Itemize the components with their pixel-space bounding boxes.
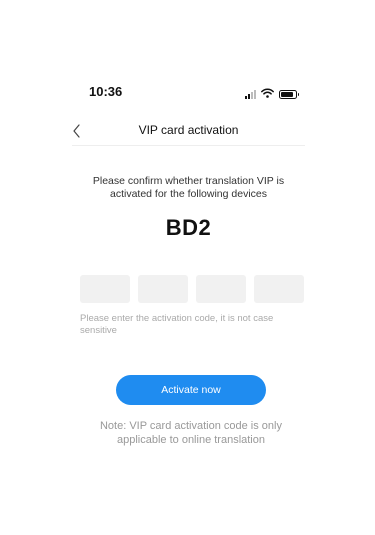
activation-note: Note: VIP card activation code is only a… [99, 420, 282, 446]
activate-now-button[interactable]: Activate now [116, 375, 266, 405]
activation-code-box-3[interactable] [196, 275, 246, 303]
cellular-signal-icon [245, 89, 256, 99]
battery-level [281, 91, 293, 97]
page-title: VIP card activation [138, 123, 239, 137]
activation-code-box-1[interactable] [80, 275, 130, 303]
activation-code-hint: Please enter the activation code, it is … [80, 313, 274, 336]
status-icons [245, 85, 299, 103]
nav-bar: VIP card activation [72, 118, 305, 146]
battery-icon [279, 89, 299, 99]
status-bar: 10:36 [72, 80, 305, 104]
activation-code-box-4[interactable] [254, 275, 304, 303]
activation-code-box-2[interactable] [138, 275, 188, 303]
wifi-icon [261, 85, 274, 103]
confirm-message: Please confirm whether translation VIP i… [92, 175, 285, 200]
device-name: BD2 [165, 215, 212, 240]
vip-activation-screen: 10:36 VIP card activation Please confirm… [72, 62, 305, 472]
status-time: 10:36 [89, 84, 123, 99]
activation-code-inputs [80, 275, 304, 303]
